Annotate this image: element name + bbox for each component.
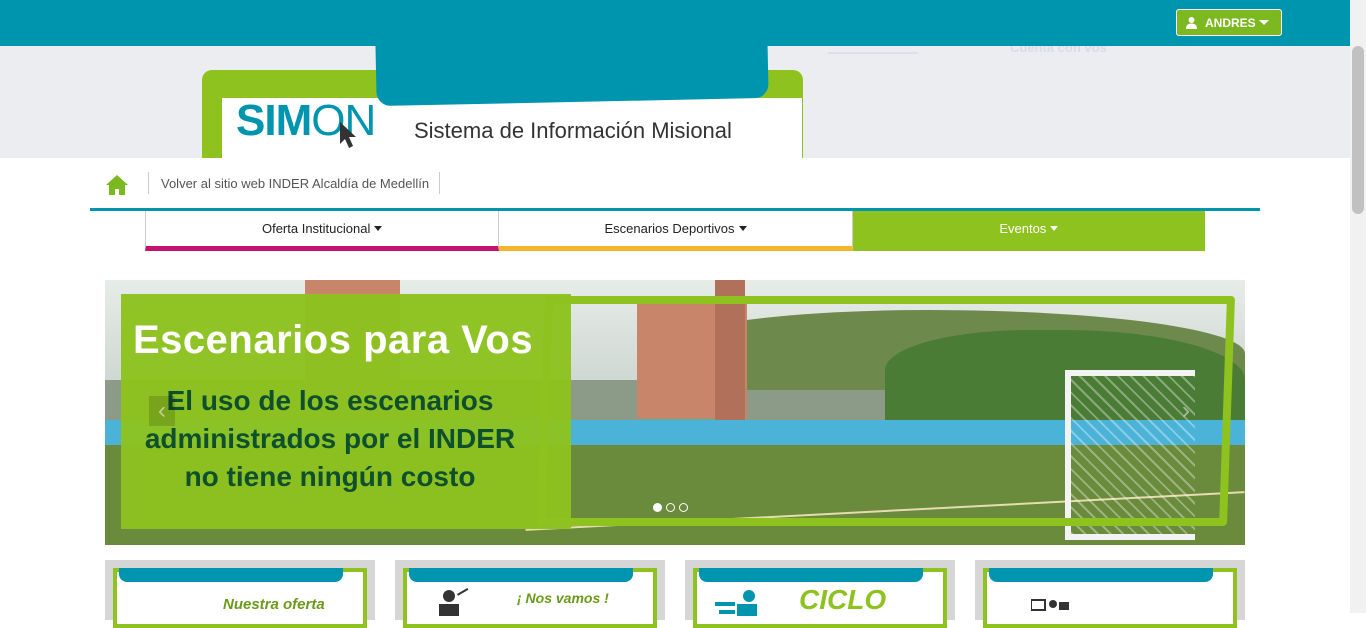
user-menu-button[interactable]: ANDRES xyxy=(1176,9,1282,36)
carousel-dot[interactable] xyxy=(666,503,675,512)
nav-eventos[interactable]: Eventos xyxy=(852,211,1205,251)
header-banner: Cuenta con vos SIMON Sistema de Informac… xyxy=(0,46,1350,158)
card-title: ¡ Nos vamos ! xyxy=(517,590,609,606)
home-icon[interactable] xyxy=(105,174,129,196)
cursor-icon xyxy=(340,122,356,148)
feature-card[interactable] xyxy=(975,560,1245,628)
cyclist-icon xyxy=(715,590,757,616)
chevron-right-icon: › xyxy=(1182,397,1190,424)
carousel-prev-button[interactable]: ‹ xyxy=(149,396,175,426)
banner-blue-tab xyxy=(375,46,769,107)
divider xyxy=(439,172,440,194)
card-title: Nuestra oferta xyxy=(223,596,325,613)
nav-escenarios-deportivos[interactable]: Escenarios Deportivos xyxy=(499,211,853,251)
card-title: CICLO xyxy=(799,584,887,615)
carousel-dot[interactable] xyxy=(653,503,662,512)
chevron-left-icon: ‹ xyxy=(158,397,166,424)
back-to-site-link[interactable]: Volver al sitio web INDER Alcaldía de Me… xyxy=(161,176,429,191)
faint-decoration xyxy=(827,46,923,54)
slide-title: Escenarios para Vos xyxy=(133,318,534,362)
caret-down-icon xyxy=(1258,20,1269,25)
slide-photo-frame xyxy=(536,296,1236,526)
nav-label: Escenarios Deportivos xyxy=(604,221,735,236)
nav-label: Eventos xyxy=(999,221,1047,236)
desk-icon xyxy=(1031,599,1069,611)
carousel-indicators xyxy=(653,503,688,512)
divider xyxy=(148,172,149,194)
logo-subtitle: Sistema de Información Misional xyxy=(414,118,732,143)
breadcrumb: Volver al sitio web INDER Alcaldía de Me… xyxy=(90,158,1260,210)
card-tab xyxy=(409,568,633,582)
caret-down-icon xyxy=(374,226,383,231)
logo-sim-text: SIM xyxy=(236,96,312,145)
caret-down-icon xyxy=(1050,226,1059,231)
user-icon xyxy=(1186,16,1197,29)
carousel-next-button[interactable]: › xyxy=(1173,396,1199,426)
nav-oferta-institucional[interactable]: Oferta Institucional xyxy=(145,211,500,251)
feature-card[interactable]: ¡ Nos vamos ! xyxy=(395,560,665,628)
scrollbar-thumb[interactable] xyxy=(1352,46,1364,214)
teacher-icon xyxy=(439,588,469,616)
card-tab xyxy=(119,568,343,582)
feature-card[interactable]: Nuestra oferta xyxy=(105,560,375,628)
feature-cards: Nuestra oferta ¡ Nos vamos ! CICLO xyxy=(105,560,1245,628)
top-bar: ANDRES xyxy=(0,0,1350,46)
slide-text: El uso de los escenarios administrados p… xyxy=(144,385,516,492)
card-tab xyxy=(989,568,1213,582)
user-name: ANDRES xyxy=(1205,15,1256,30)
faint-slogan: Cuenta con vos xyxy=(1010,46,1107,55)
caret-down-icon xyxy=(738,226,747,231)
card-tab xyxy=(699,568,923,582)
feature-card[interactable]: CICLO xyxy=(685,560,955,628)
nav-label: Oferta Institucional xyxy=(261,221,371,236)
carousel-dot[interactable] xyxy=(679,503,688,512)
main-nav: Oferta Institucional Escenarios Deportiv… xyxy=(145,211,1205,251)
image-carousel: Escenarios para Vos El uso de los escena… xyxy=(105,280,1245,545)
